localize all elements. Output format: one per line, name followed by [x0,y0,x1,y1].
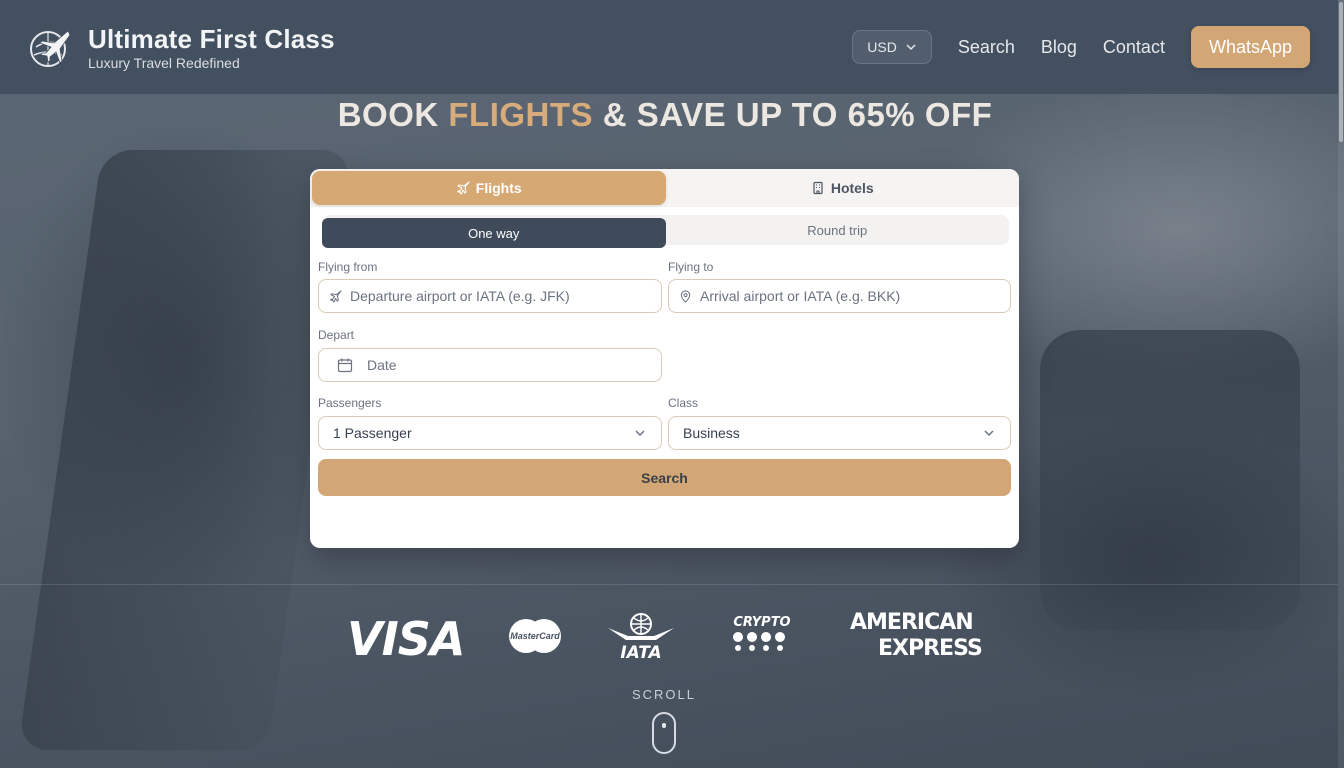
crypto-text: CRYPTO [733,615,790,630]
flying-from-input[interactable]: Departure airport or IATA (e.g. JFK) [318,279,662,313]
hero-headline: BOOK FLIGHTS & SAVE UP TO 65% OFF [0,96,1330,134]
booking-card: Flights Hotels One way Round trip Flying… [310,169,1019,548]
page-scrollbar[interactable] [1338,0,1344,768]
currency-value: USD [867,39,897,55]
tab-flights[interactable]: Flights [312,171,666,205]
airplane-globe-logo-icon [30,30,71,67]
scroll-hint-label: SCROLL [631,687,697,702]
class-select[interactable]: Business [668,416,1011,450]
whatsapp-button[interactable]: WhatsApp [1190,26,1310,68]
headline-part2: & SAVE UP TO 65% OFF [593,96,993,133]
scrollbar-thumb[interactable] [1339,2,1343,142]
nav-search-link[interactable]: Search [958,37,1015,58]
depart-placeholder: Date [367,357,397,373]
iata-text: IATA [620,643,661,660]
flying-from-placeholder: Departure airport or IATA (e.g. JFK) [350,288,570,304]
one-way-option[interactable]: One way [322,218,666,248]
headline-accent: FLIGHTS [448,96,594,133]
search-button[interactable]: Search [318,459,1011,496]
tab-hotels-label: Hotels [830,180,874,196]
amex-line1: AMERICAN [850,610,974,635]
tab-flights-label: Flights [475,180,522,196]
visa-logo: VISA [347,612,465,666]
tab-hotels[interactable]: Hotels [666,169,1020,207]
trip-type-toggle: One way Round trip [322,215,1010,248]
class-value: Business [683,425,740,441]
chevron-down-icon [635,430,645,437]
flying-to-input[interactable]: Arrival airport or IATA (e.g. BKK) [668,279,1011,313]
map-pin-icon [680,289,691,303]
flying-from-label: Flying from [318,260,378,274]
nav-blog-link[interactable]: Blog [1041,37,1077,58]
depart-date-input[interactable]: Date [318,348,662,382]
mastercard-logo-icon: MasterCard [509,619,561,653]
brand[interactable]: Ultimate First Class Luxury Travel Redef… [28,24,335,71]
section-divider [0,584,1338,585]
airplane-icon [330,289,342,303]
brand-tagline: Luxury Travel Redefined [88,54,240,71]
mastercard-text: MasterCard [510,631,560,641]
nav-contact-link[interactable]: Contact [1103,37,1165,58]
chevron-down-icon [906,44,916,51]
crypto-logo-icon: CRYPTO [733,615,791,651]
round-trip-option[interactable]: Round trip [666,215,1010,245]
passengers-value: 1 Passenger [333,425,412,441]
class-label: Class [668,396,699,410]
passengers-label: Passengers [318,396,382,410]
currency-selector[interactable]: USD [852,30,932,64]
chevron-down-icon [984,430,994,437]
mouse-wheel-dot [662,723,666,728]
flying-to-label: Flying to [668,260,714,274]
depart-label: Depart [318,328,355,342]
scroll-mouse-icon[interactable] [652,712,676,754]
airplane-icon [457,181,470,195]
building-icon [813,181,823,195]
headline-part1: BOOK [337,96,449,133]
site-header: Ultimate First Class Luxury Travel Redef… [0,0,1338,94]
main-nav: USD Search Blog Contact WhatsApp [852,26,1310,68]
iata-logo-icon: IATA [608,613,674,660]
passengers-select[interactable]: 1 Passenger [318,416,662,450]
american-express-logo: AMERICAN EXPRESS [850,610,983,662]
brand-title[interactable]: Ultimate First Class [88,24,335,54]
booking-tabs: Flights Hotels [310,169,1019,207]
flying-to-placeholder: Arrival airport or IATA (e.g. BKK) [700,288,901,304]
calendar-icon [337,358,353,373]
amex-line2: EXPRESS [878,636,983,661]
